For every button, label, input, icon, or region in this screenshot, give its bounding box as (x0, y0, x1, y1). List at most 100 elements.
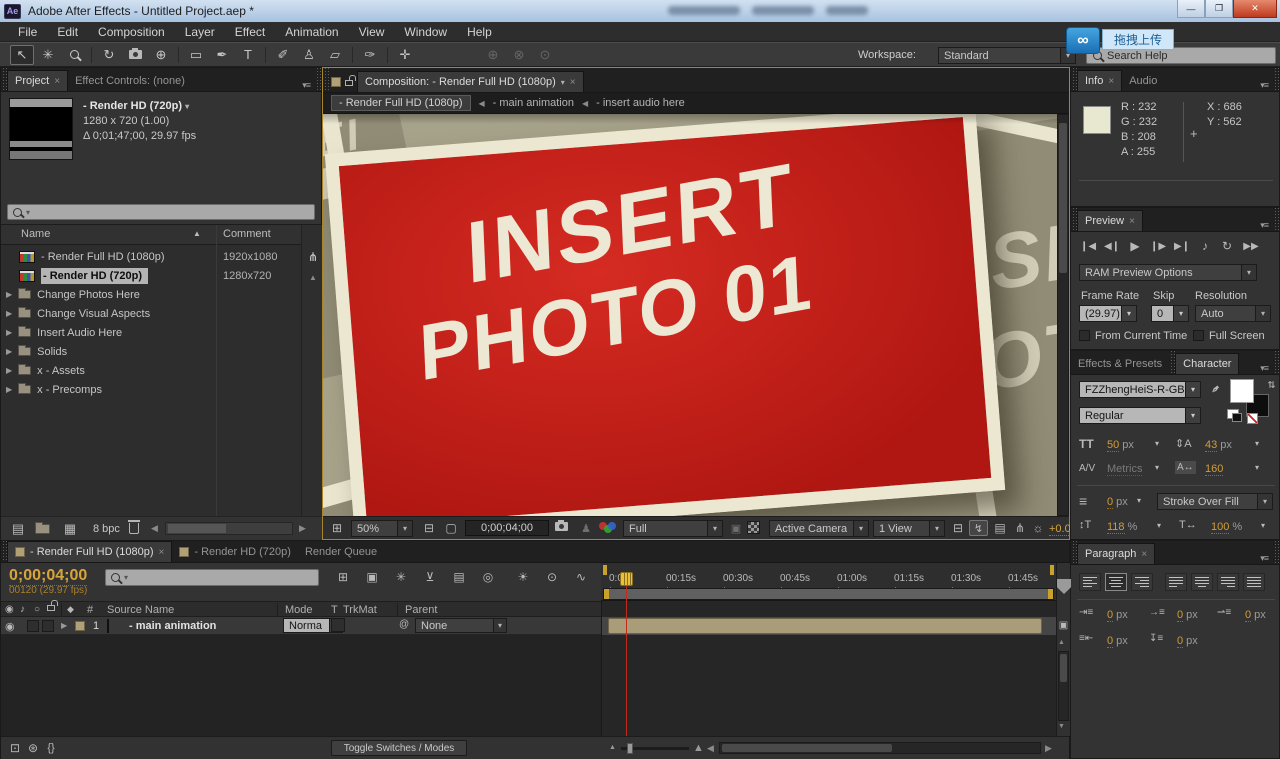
live-update-button[interactable]: ▣ (362, 569, 382, 585)
upload-icon[interactable]: ∞ (1066, 27, 1100, 54)
horizontal-scale-value[interactable]: 100 (1211, 521, 1229, 534)
panel-menu-icon[interactable]: ▾≡ (297, 80, 315, 91)
close-icon[interactable]: × (1141, 549, 1147, 560)
expander-icon[interactable]: ▶ (6, 290, 12, 299)
composition-mini-flow-button[interactable]: ⊞ (333, 569, 353, 585)
scroll-right-icon[interactable]: ▶ (1045, 743, 1052, 754)
skip-select[interactable]: 0▾ (1151, 305, 1189, 322)
menu-layer[interactable]: Layer (175, 25, 225, 39)
close-icon[interactable]: × (159, 547, 165, 558)
timeline-vscrollbar[interactable] (1058, 651, 1069, 721)
project-row-folder[interactable]: ▶ Solids (1, 342, 67, 361)
hand-tool[interactable]: ✳ (36, 45, 60, 65)
fill-stroke-swatches[interactable]: ⇄ (1227, 379, 1275, 425)
layer-eye-icon[interactable]: ◉ (5, 620, 15, 633)
space-before-value[interactable]: 0 (1177, 609, 1183, 622)
transparency-grid-button[interactable] (747, 521, 760, 534)
column-t[interactable]: T (331, 604, 338, 616)
project-row-folder[interactable]: ▶ Change Visual Aspects (1, 304, 150, 323)
solo-toggle[interactable] (42, 620, 54, 632)
project-row-comp[interactable]: - Render Full HD (1080p) 1920x1080 (1, 247, 165, 266)
loop-button[interactable]: ↻ (1219, 238, 1235, 254)
roto-brush-tool[interactable]: ✑ (358, 45, 382, 65)
insert-photo-card[interactable]: INSERT PHOTO 01 (325, 114, 1005, 516)
motion-blur-button[interactable]: ◎ (478, 569, 498, 585)
puppet-pin-tool[interactable]: ✛ (393, 45, 417, 65)
expander-icon[interactable]: ▶ (6, 328, 12, 337)
default-colors-icon[interactable] (1227, 409, 1239, 419)
panel-grip[interactable] (1273, 351, 1279, 374)
close-icon[interactable]: × (1129, 216, 1135, 227)
layer-row[interactable]: ◉ ▶ 1 - main animation Norma▾ @ None▾ (1, 617, 601, 635)
layer-name[interactable]: - main animation (129, 620, 216, 632)
graph-editor-button[interactable]: ∿ (571, 569, 591, 585)
previous-frame-button[interactable]: ◀❙ (1103, 238, 1121, 254)
indent-right-value[interactable]: 0 (1107, 635, 1113, 648)
expander-icon[interactable]: ▶ (6, 385, 12, 394)
layer-expander-icon[interactable]: ▶ (61, 621, 67, 630)
tab-effect-controls[interactable]: Effect Controls: (none) (68, 70, 192, 91)
justify-last-center-button[interactable] (1191, 573, 1213, 591)
panel-grip[interactable] (323, 68, 329, 92)
from-current-time-checkbox[interactable] (1079, 330, 1090, 341)
chevron-down-icon[interactable]: ▾ (1155, 463, 1159, 472)
ram-preview-options-select[interactable]: RAM Preview Options▾ (1079, 264, 1257, 281)
rotation-tool[interactable]: ↻ (97, 45, 121, 65)
panel-grip[interactable] (1273, 208, 1279, 231)
comp-flowchart-button[interactable]: ⋔ (1011, 520, 1029, 536)
align-left-button[interactable] (1079, 573, 1101, 591)
scroll-right-icon[interactable]: ▶ (299, 523, 306, 534)
trkmat-box[interactable] (331, 618, 345, 632)
leading-value[interactable]: 43 (1205, 439, 1217, 452)
kerning-value[interactable]: Metrics (1107, 463, 1142, 476)
time-ruler[interactable]: 0:00s 00:15s 00:30s 00:45s 01:00s 01:15s… (601, 563, 1056, 601)
font-style-select[interactable]: Regular▾ (1079, 407, 1201, 424)
project-row-comp-selected[interactable]: - Render HD (720p) 1280x720 (1, 266, 148, 285)
breadcrumb-item[interactable]: - insert audio here (596, 97, 685, 109)
menu-animation[interactable]: Animation (275, 25, 348, 39)
panel-menu-icon[interactable]: ▾≡ (1255, 220, 1273, 231)
grid-options-button[interactable]: ⊞ (327, 520, 347, 536)
close-button[interactable]: ✕ (1233, 0, 1277, 18)
layer-duration-bar[interactable] (608, 618, 1042, 634)
expander-icon[interactable]: ▶ (6, 347, 12, 356)
eraser-tool[interactable]: ▱ (323, 45, 347, 65)
delete-button[interactable] (129, 520, 139, 534)
exposure-value[interactable]: +0.0 (1049, 523, 1071, 536)
chevron-down-icon[interactable]: ▾ (1255, 463, 1259, 472)
project-flowchart-icon[interactable]: ⋔ (305, 249, 321, 265)
timeline-zoom-slider[interactable] (621, 747, 689, 750)
lock-open-icon[interactable] (345, 80, 353, 86)
parent-pickwhip-icon[interactable]: @ (399, 619, 409, 630)
next-frame-button[interactable]: ❙▶ (1149, 238, 1167, 254)
brainstorm-button[interactable]: ☀ (513, 569, 533, 585)
panel-grip[interactable] (1273, 541, 1279, 564)
reset-exposure-button[interactable]: ☼ (1029, 520, 1047, 536)
target-region-button[interactable]: ▣ (727, 520, 745, 536)
column-header[interactable]: Name ▲ Comment (1, 225, 301, 245)
first-line-indent-value[interactable]: 0 (1245, 609, 1251, 622)
justify-all-button[interactable] (1243, 573, 1265, 591)
font-family-select[interactable]: FZZhengHeiS-R-GB▾ (1079, 381, 1201, 398)
expander-icon[interactable]: ▶ (6, 366, 12, 375)
tab-project[interactable]: Project× (7, 70, 68, 91)
project-row-folder[interactable]: ▶ Insert Audio Here (1, 323, 122, 342)
tracking-value[interactable]: 160 (1205, 463, 1223, 476)
column-parent[interactable]: Parent (405, 604, 437, 616)
audio-toggle[interactable] (27, 620, 39, 632)
project-row-folder[interactable]: ▶ x - Assets (1, 361, 85, 380)
timeline-button[interactable]: ▤ (991, 520, 1009, 536)
local-axis-mode[interactable]: ⊕ (481, 45, 505, 65)
expand-in-out-icon[interactable]: {} (43, 740, 59, 756)
panel-menu-icon[interactable]: ▾≡ (1255, 80, 1273, 91)
chevron-down-icon[interactable]: ▾ (1255, 439, 1259, 448)
zoom-in-icon[interactable]: ▲ (693, 742, 704, 754)
no-color-icon[interactable] (1247, 413, 1258, 424)
indent-left-value[interactable]: 0 (1107, 609, 1113, 622)
column-number[interactable]: # (87, 604, 93, 616)
pan-behind-tool[interactable]: ⊕ (149, 45, 173, 65)
stroke-width-value[interactable]: 0 (1107, 496, 1113, 509)
comp-marker-bin[interactable] (1057, 579, 1071, 594)
full-screen-checkbox[interactable] (1193, 330, 1204, 341)
show-snapshot-button[interactable]: ♟ (577, 520, 595, 536)
